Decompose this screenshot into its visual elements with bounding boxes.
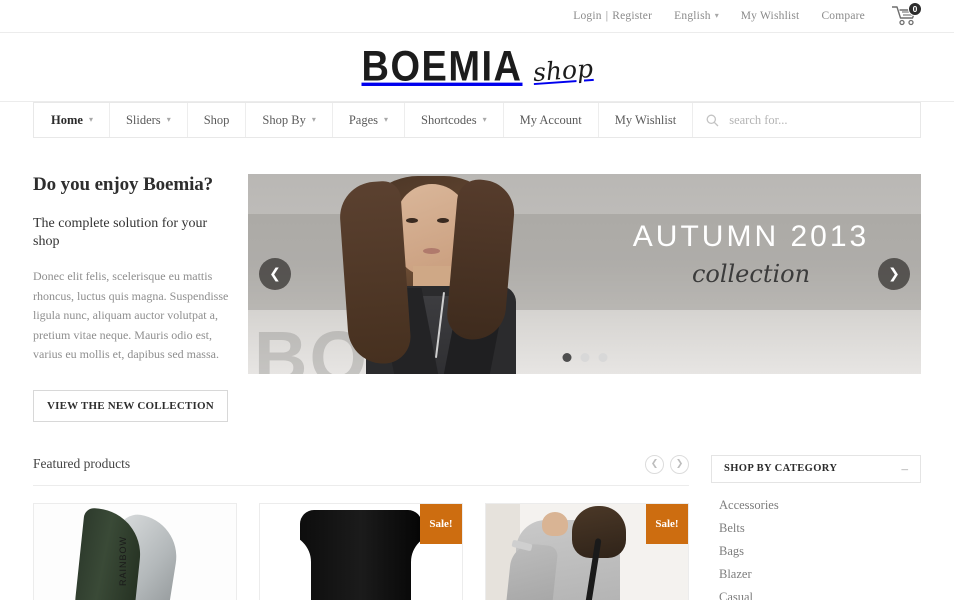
product-card-shoe[interactable]: RAINBOW [33,502,237,600]
nav-label: My Account [519,112,582,127]
shoe-brand-text: RAINBOW [118,535,129,586]
featured-header: Featured products ❮ ❯ [33,454,689,486]
category-item-accessories[interactable]: Accessories [711,494,921,517]
hero-text-column: Do you enjoy Boemia? The complete soluti… [33,174,248,422]
chevron-right-icon: ❯ [888,266,900,282]
view-collection-button[interactable]: VIEW THE NEW COLLECTION [33,389,228,422]
category-item-belts[interactable]: Belts [711,517,921,540]
hero-slider[interactable]: BOE AUTUMN 2013 collection ❮ ❯ [248,174,921,374]
slide-heading: AUTUMN 2013 [632,220,870,253]
slide-subheading: collection [691,260,811,288]
sale-badge: Sale! [646,503,688,544]
nav-item-shortcodes[interactable]: Shortcodes ▾ [405,103,504,137]
category-item-blazer[interactable]: Blazer [711,563,921,586]
nav-label: Shop [203,112,230,127]
product-image-green-heel: RAINBOW [34,503,236,600]
featured-products-section: Featured products ❮ ❯ RAINBOW Sale! Sale… [33,454,711,600]
sale-badge: Sale! [420,503,462,544]
slider-dot[interactable] [598,353,607,362]
search-input[interactable] [727,111,920,129]
nav-item-sliders[interactable]: Sliders ▾ [110,103,188,137]
nav-item-my-wishlist[interactable]: My Wishlist [599,103,694,137]
language-label[interactable]: English [674,10,711,22]
hero-title: Do you enjoy Boemia? [33,174,214,195]
language-selector[interactable]: English ▾ [674,10,719,22]
slider-next-button[interactable]: ❯ [878,258,910,290]
cart-button[interactable]: 0 [891,2,922,28]
slide-caption: AUTUMN 2013 collection [621,220,881,288]
chevron-down-icon: ▾ [88,115,93,124]
category-list: Accessories Belts Bags Blazer Casual Déc… [711,494,921,600]
shop-by-category-widget-header[interactable]: SHOP BY CATEGORY – [711,454,921,483]
my-wishlist-link[interactable]: My Wishlist [741,10,800,22]
wishlist-link-wrap[interactable]: My Wishlist [741,10,800,22]
chevron-down-icon: ▾ [166,114,171,124]
slider-prev-button[interactable]: ❮ [259,258,291,290]
chevron-down-icon: ▾ [714,10,719,20]
featured-prev-button[interactable]: ❮ [645,454,664,474]
nav-items: Home ▾ Sliders ▾ Shop Shop By ▾ Pages ▾ … [34,103,694,137]
slide-model-image [300,174,590,374]
nav-item-pages[interactable]: Pages ▾ [333,103,406,137]
login-register-separator: | [605,10,609,22]
hero-section: Do you enjoy Boemia? The complete soluti… [33,174,921,422]
compare-link-wrap[interactable]: Compare [821,10,865,22]
sidebar: SHOP BY CATEGORY – Accessories Belts Bag… [711,454,921,600]
compare-link[interactable]: Compare [821,10,865,22]
hero-subtitle: The complete solution for your shop [33,216,208,250]
chevron-left-icon: ❮ [650,459,659,470]
nav-item-home[interactable]: Home ▾ [34,103,110,137]
logo-script-text: shop [531,53,594,87]
nav-label: Sliders [125,112,161,127]
product-card-dress[interactable]: Sale! [259,502,463,600]
nav-label: Shop By [262,112,306,127]
featured-carousel-controls: ❮ ❯ [645,454,689,474]
content-row: Featured products ❮ ❯ RAINBOW Sale! Sale… [33,454,921,600]
cart-count-badge: 0 [908,2,922,16]
hero-body-text: Donec elit felis, scelerisque eu mattis … [33,269,229,362]
nav-label: My Wishlist [614,112,677,127]
featured-products-title: Featured products [33,456,131,472]
widget-title: SHOP BY CATEGORY [724,463,838,475]
logo-header: BOEMIA shop [0,33,954,102]
slider-dot[interactable] [562,353,571,362]
account-links: Login | Register [573,10,652,22]
register-link[interactable]: Register [612,10,652,22]
top-links: Login | Register English ▾ My Wishlist C… [573,2,922,28]
slider-pagination [562,353,607,362]
nav-label: Shortcodes [421,112,477,127]
nav-item-my-account[interactable]: My Account [504,103,599,137]
top-utility-bar: Login | Register English ▾ My Wishlist C… [0,0,954,33]
featured-next-button[interactable]: ❯ [670,454,689,474]
nav-item-shop[interactable]: Shop [188,103,247,137]
login-link[interactable]: Login [573,10,601,22]
category-item-bags[interactable]: Bags [711,540,921,563]
product-grid: RAINBOW Sale! Sale! [33,502,689,600]
nav-label: Home [51,112,83,127]
chevron-down-icon: ▾ [311,114,316,124]
logo-wordmark: BOEMIA [361,42,523,90]
nav-label: Pages [348,112,379,127]
search-icon [706,114,719,126]
slider-dot[interactable] [580,353,589,362]
chevron-down-icon: ▾ [384,114,389,124]
product-card-handbag[interactable]: Sale! [485,502,689,600]
category-item-casual[interactable]: Casual [711,586,921,600]
main-navigation: Home ▾ Sliders ▾ Shop Shop By ▾ Pages ▾ … [33,102,921,138]
nav-item-shop-by[interactable]: Shop By ▾ [246,103,333,137]
collapse-minus-icon[interactable]: – [902,462,909,475]
search-container[interactable] [693,103,920,137]
chevron-down-icon: ▾ [482,114,487,124]
chevron-right-icon: ❯ [675,459,684,470]
page-root: Login | Register English ▾ My Wishlist C… [0,0,954,600]
site-logo[interactable]: BOEMIA shop [361,42,594,90]
chevron-left-icon: ❮ [269,266,281,282]
